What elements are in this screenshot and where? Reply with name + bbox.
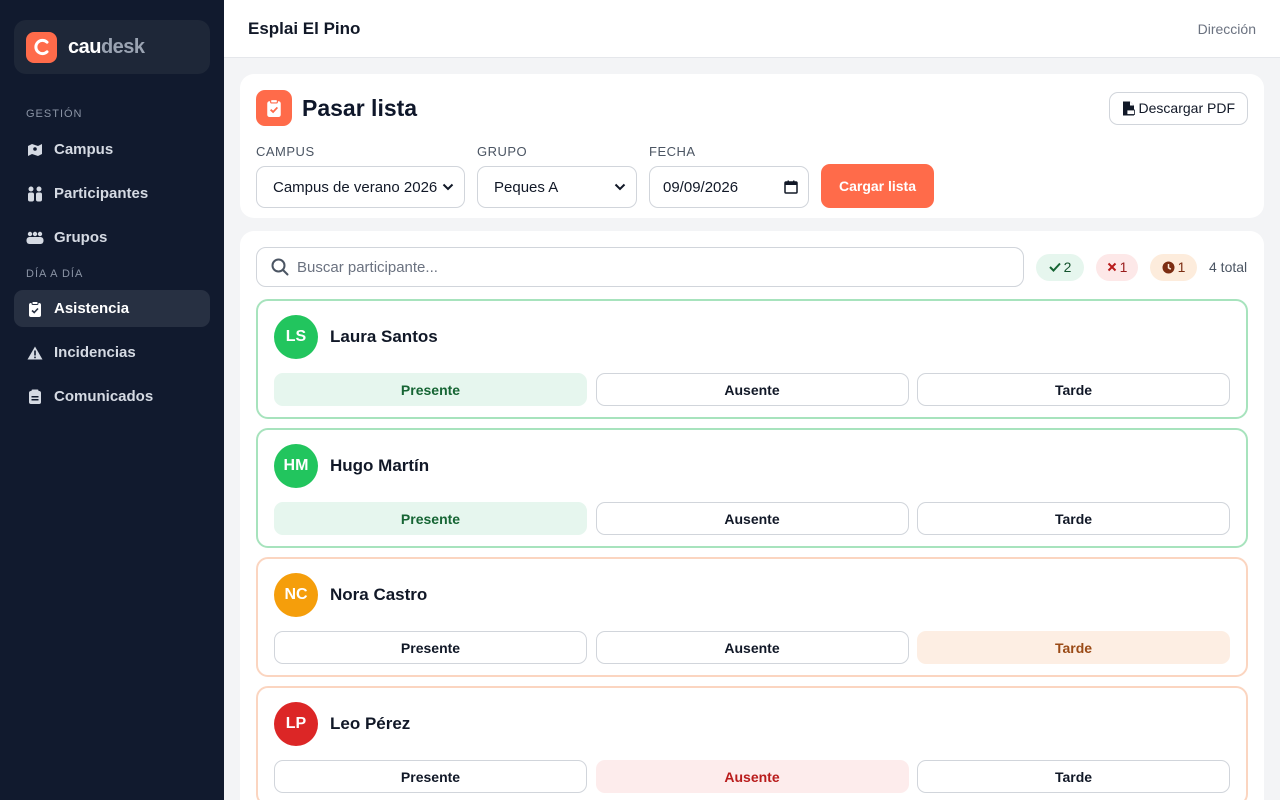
total-count: 4 total	[1209, 259, 1248, 275]
nav-section-dia-a-dia: DÍA A DÍA	[26, 268, 84, 280]
participant-card: HM Hugo Martín Presente Ausente Tarde	[256, 428, 1248, 548]
participant-name: Leo Pérez	[330, 714, 411, 733]
sidebar-item-label: Incidencias	[54, 344, 136, 361]
campus-label: CAMPUS	[256, 144, 315, 159]
sidebar-item-participantes[interactable]: Participantes	[14, 175, 210, 212]
late-option[interactable]: Tarde	[917, 373, 1230, 406]
fecha-input-value: 09/09/2026	[663, 178, 739, 196]
campus-select[interactable]: Campus de verano 2026	[256, 166, 465, 208]
sidebar-item-label: Campus	[54, 141, 114, 158]
grupo-select[interactable]: Peques A	[477, 166, 637, 208]
topbar: Esplai El Pino Dirección	[224, 0, 1280, 58]
present-option[interactable]: Presente	[274, 373, 587, 406]
present-option[interactable]: Presente	[274, 760, 587, 793]
organization-title: Esplai El Pino	[248, 18, 361, 38]
avatar: NC	[274, 573, 318, 617]
participant-card: NC Nora Castro Presente Ausente Tarde	[256, 557, 1248, 677]
grupo-select-value: Peques A	[494, 178, 559, 196]
clipboard-check-icon	[26, 300, 44, 318]
sidebar-item-campus[interactable]: Campus	[14, 131, 210, 168]
sidebar-item-label: Grupos	[54, 229, 108, 246]
calendar-icon[interactable]	[784, 180, 798, 194]
sidebar-item-grupos[interactable]: Grupos	[14, 219, 210, 256]
search-placeholder: Buscar participante...	[297, 258, 438, 276]
sidebar-item-incidencias[interactable]: Incidencias	[14, 334, 210, 371]
participant-card: LS Laura Santos Presente Ausente Tarde	[256, 299, 1248, 419]
absent-option[interactable]: Ausente	[595, 373, 909, 406]
brand[interactable]: caudesk	[14, 20, 210, 74]
group-icon	[26, 229, 44, 247]
present-option[interactable]: Presente	[274, 631, 587, 664]
late-option[interactable]: Tarde	[917, 760, 1230, 793]
present-option[interactable]: Presente	[274, 502, 587, 535]
late-count-badge: 1	[1150, 253, 1197, 281]
chevron-down-icon	[442, 183, 454, 191]
load-list-button[interactable]: Cargar lista	[821, 164, 934, 208]
download-pdf-button[interactable]: Descargar PDF	[1108, 91, 1248, 125]
page-title: Pasar lista	[302, 94, 418, 121]
present-count-badge: 2	[1036, 253, 1084, 281]
participant-name: Hugo Martín	[330, 456, 430, 475]
absent-option[interactable]: Ausente	[595, 631, 909, 664]
fecha-input[interactable]: 09/09/2026	[649, 166, 809, 208]
absent-count-badge: 1	[1096, 253, 1138, 281]
present-count: 2	[1063, 259, 1072, 275]
nav-section-gestion: GESTIÓN	[26, 108, 83, 120]
absent-option[interactable]: Ausente	[595, 760, 909, 793]
x-icon	[1107, 262, 1116, 272]
sidebar-item-label: Participantes	[54, 185, 149, 202]
brand-name-part1: cau	[68, 35, 101, 58]
warning-icon	[26, 344, 44, 362]
user-role[interactable]: Dirección	[1198, 21, 1256, 37]
late-option[interactable]: Tarde	[917, 631, 1230, 664]
absent-option[interactable]: Ausente	[595, 502, 909, 535]
pdf-file-icon	[1122, 101, 1135, 115]
fecha-label: FECHA	[649, 144, 696, 159]
avatar: HM	[274, 444, 318, 488]
sidebar-item-comunicados[interactable]: Comunicados	[14, 378, 210, 415]
caudesk-logo-icon	[26, 31, 57, 63]
download-pdf-label: Descargar PDF	[1138, 100, 1235, 116]
attendance-list-card: Buscar participante... 2 1 1 4 total LS …	[240, 231, 1264, 800]
participant-card: LP Leo Pérez Presente Ausente Tarde	[256, 686, 1248, 800]
check-icon	[1048, 262, 1061, 272]
message-icon	[26, 388, 44, 406]
late-count: 1	[1177, 259, 1186, 275]
sidebar-item-asistencia[interactable]: Asistencia	[14, 290, 210, 327]
attendance-header-card: Pasar lista Descargar PDF CAMPUS Campus …	[240, 74, 1264, 218]
people-icon	[26, 185, 44, 203]
brand-name: caudesk	[68, 36, 145, 59]
clipboard-check-icon	[256, 90, 292, 126]
search-icon	[271, 258, 289, 276]
campus-select-value: Campus de verano 2026	[273, 178, 438, 196]
brand-name-part2: desk	[100, 35, 145, 58]
map-icon	[26, 141, 44, 159]
participant-name: Laura Santos	[330, 327, 438, 346]
chevron-down-icon	[614, 183, 626, 191]
sidebar-item-label: Comunicados	[54, 388, 154, 405]
late-option[interactable]: Tarde	[917, 502, 1230, 535]
avatar: LP	[274, 702, 318, 746]
grupo-label: GRUPO	[477, 144, 528, 159]
search-input[interactable]: Buscar participante...	[256, 247, 1024, 287]
sidebar-item-label: Asistencia	[54, 300, 130, 317]
avatar: LS	[274, 315, 318, 359]
clock-icon	[1162, 261, 1175, 273]
sidebar: caudesk GESTIÓN Campus Participantes Gru…	[0, 0, 224, 800]
participant-name: Nora Castro	[330, 585, 428, 604]
absent-count: 1	[1119, 259, 1128, 275]
